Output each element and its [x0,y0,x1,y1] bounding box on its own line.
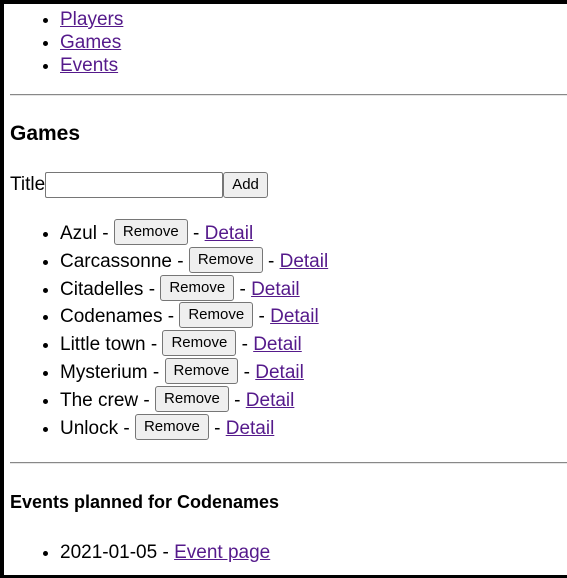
detail-link[interactable]: Detail [251,279,300,300]
game-name: Carcassonne [60,250,172,272]
nav-item-players: Players [60,8,123,31]
nav-link-events[interactable]: Events [60,55,118,76]
separator: - [123,417,130,439]
separator: - [148,278,156,300]
separator: - [150,334,158,356]
detail-link[interactable]: Detail [246,390,295,411]
separator: - [177,250,184,272]
list-item: Mysterium - Remove - Detail [60,357,328,387]
games-heading: Games [10,122,81,145]
list-item: Unlock - Remove - Detail [60,413,328,443]
list-item: 2021-01-05 - Event page [60,541,270,565]
separator: - [162,542,169,563]
add-button[interactable]: Add [223,172,268,198]
page-frame: Players Games Events Games Title Add Azu… [4,4,567,575]
game-name: Mysterium [60,361,148,383]
event-date: 2021-01-05 [60,542,158,563]
detail-link[interactable]: Detail [226,418,275,439]
separator: - [267,250,275,272]
separator: - [102,223,109,244]
remove-button[interactable]: Remove [162,330,237,357]
divider [10,462,567,464]
remove-button[interactable]: Remove [164,357,239,384]
separator: - [243,361,250,383]
detail-link[interactable]: Detail [205,223,254,244]
remove-button[interactable]: Remove [179,302,254,329]
remove-button[interactable]: Remove [188,246,263,273]
detail-link[interactable]: Detail [253,334,302,355]
separator: - [241,334,248,356]
divider [10,94,567,96]
games-list: Azul - Remove - DetailCarcassonne - Remo… [60,218,329,443]
events-list: 2021-01-05 - Event page [60,541,270,565]
list-item: Codenames - Remove - Detail [60,302,328,331]
separator: - [234,389,241,411]
separator: - [214,417,221,439]
add-game-form: Title Add [10,172,268,198]
remove-button[interactable]: Remove [155,385,229,412]
main-nav: Players Games Events [60,8,123,77]
list-item: Little town - Remove - Detail [60,330,328,359]
separator: - [239,278,246,300]
list-item: Azul - Remove - Detail [60,218,328,248]
nav-item-games: Games [60,31,123,54]
game-name: Unlock [60,417,119,439]
game-name: Codenames [60,306,163,328]
title-label: Title [10,174,46,195]
event-page-link[interactable]: Event page [174,542,270,563]
list-item: Citadelles - Remove - Detail [60,274,328,304]
nav-item-events: Events [60,54,123,77]
game-name: Azul [60,223,97,244]
detail-link[interactable]: Detail [280,251,329,272]
separator: - [143,389,150,411]
remove-button[interactable]: Remove [113,218,188,245]
detail-link[interactable]: Detail [270,306,319,327]
game-name: Little town [60,334,146,356]
remove-button[interactable]: Remove [160,274,235,301]
game-name: The crew [60,389,139,411]
list-item: Carcassonne - Remove - Detail [60,246,329,276]
list-item: The crew - Remove - Detail [60,385,328,415]
nav-link-players[interactable]: Players [60,9,123,30]
separator: - [258,306,265,328]
remove-button[interactable]: Remove [134,413,209,440]
separator: - [193,223,200,244]
separator: - [152,361,160,383]
events-heading: Events planned for Codenames [10,492,280,512]
nav-link-games[interactable]: Games [60,32,121,53]
separator: - [167,306,175,328]
title-input[interactable] [45,172,224,198]
game-name: Citadelles [60,278,144,300]
detail-link[interactable]: Detail [255,362,304,383]
